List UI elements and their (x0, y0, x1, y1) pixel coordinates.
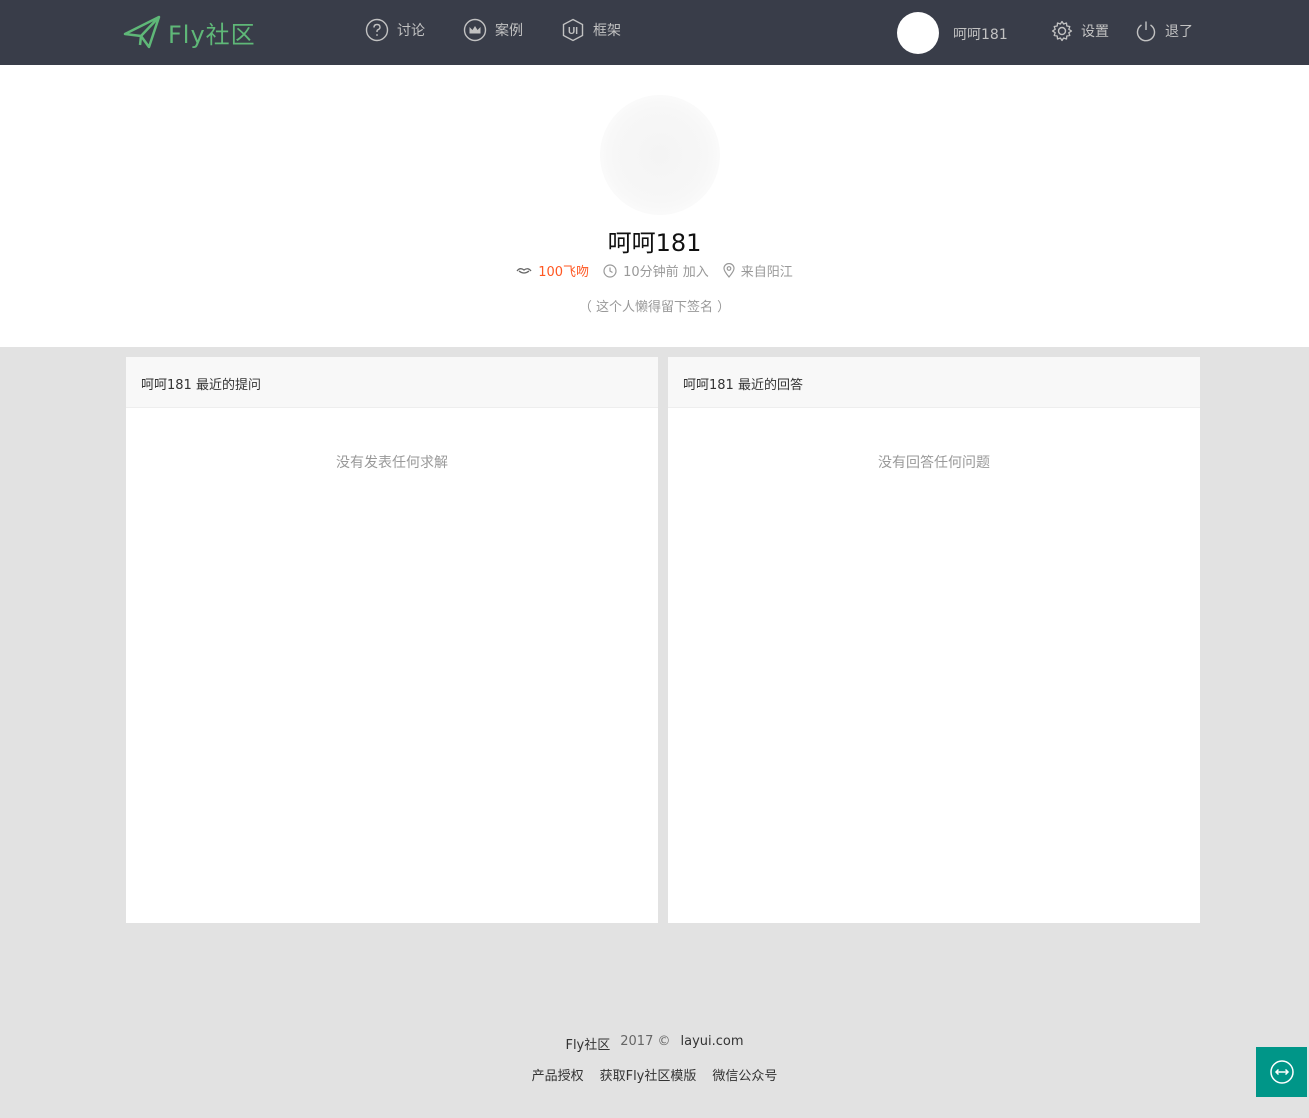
kiss-count: 100飞吻 (538, 265, 590, 280)
footer-link-wechat[interactable]: 微信公众号 (712, 1065, 777, 1084)
recent-questions-panel: 呵呵181 最近的提问 没有发表任何求解 (126, 357, 658, 923)
profile-avatar (600, 95, 720, 215)
question-circle-icon (365, 18, 389, 42)
footer-brand-link[interactable]: Fly社区 (565, 1034, 610, 1053)
avatar[interactable] (897, 12, 939, 54)
kiss-icon (516, 267, 532, 274)
nav-label-framework: 框架 (593, 23, 621, 39)
nav-item-framework[interactable]: UI 框架 (561, 18, 621, 42)
nav-label-discuss: 讨论 (397, 23, 425, 39)
logo[interactable]: Fly社区 (122, 12, 256, 52)
recent-questions-empty: 没有发表任何求解 (336, 455, 448, 471)
recent-answers-panel: 呵呵181 最近的回答 没有回答任何问题 (668, 357, 1200, 923)
footer-link-license[interactable]: 产品授权 (532, 1065, 584, 1084)
footer-year: 2017 © (620, 1034, 671, 1049)
kiss-info: 100飞吻 (516, 261, 589, 280)
main-nav: 讨论 案例 UI 框架 (365, 18, 659, 42)
recent-answers-title: 呵呵181 最近的回答 (668, 357, 1200, 408)
arrows-horizontal-icon (1269, 1060, 1294, 1084)
paper-plane-icon (123, 15, 161, 49)
crown-icon (463, 18, 487, 42)
logo-text: Fly社区 (168, 20, 256, 49)
profile-signature: （ 这个人懒得留下签名 ） (578, 300, 731, 315)
logout-label: 退了 (1165, 24, 1193, 40)
power-icon (1136, 21, 1156, 42)
profile-name: 呵呵181 (607, 229, 702, 257)
settings-label: 设置 (1081, 24, 1109, 40)
ui-shield-icon: UI (562, 18, 584, 42)
top-header: Fly社区 讨论 案例 UI 框架 呵呵181 设置 退了 (0, 0, 1309, 65)
join-time: 10分钟前 加入 (623, 265, 709, 280)
user-area: 呵呵181 设置 退了 (889, 0, 1309, 65)
footer-copyright: Fly社区 2017 © layui.com (0, 1034, 1309, 1053)
float-action-button[interactable] (1256, 1047, 1307, 1097)
location-text: 来自阳江 (740, 265, 793, 280)
nav-item-cases[interactable]: 案例 (463, 18, 523, 42)
nav-item-discuss[interactable]: 讨论 (365, 18, 425, 42)
user-name-link[interactable]: 呵呵181 (953, 24, 1008, 44)
footer-links: 产品授权 获取Fly社区模版 微信公众号 (0, 1065, 1309, 1084)
clock-icon (603, 263, 617, 278)
recent-questions-title: 呵呵181 最近的提问 (126, 357, 658, 408)
settings-link[interactable]: 设置 (1051, 20, 1109, 42)
svg-text:UI: UI (568, 26, 578, 37)
nav-label-cases: 案例 (495, 23, 523, 39)
join-info: 10分钟前 加入 (603, 261, 709, 280)
footer-site-link[interactable]: layui.com (680, 1034, 743, 1053)
gear-icon (1051, 20, 1073, 42)
location-pin-icon (723, 263, 735, 278)
footer: Fly社区 2017 © layui.com 产品授权 获取Fly社区模版 微信… (0, 1034, 1309, 1084)
profile-meta: 100飞吻 10分钟前 加入 来自阳江 (0, 261, 1309, 280)
profile-section: 呵呵181 100飞吻 10分钟前 加入 来自阳江 （ 这个人懒得留下签名 ） (0, 65, 1309, 347)
location-info: 来自阳江 (723, 261, 793, 280)
logout-link[interactable]: 退了 (1135, 20, 1193, 42)
recent-answers-empty: 没有回答任何问题 (878, 455, 990, 471)
footer-link-template[interactable]: 获取Fly社区模版 (600, 1065, 697, 1084)
